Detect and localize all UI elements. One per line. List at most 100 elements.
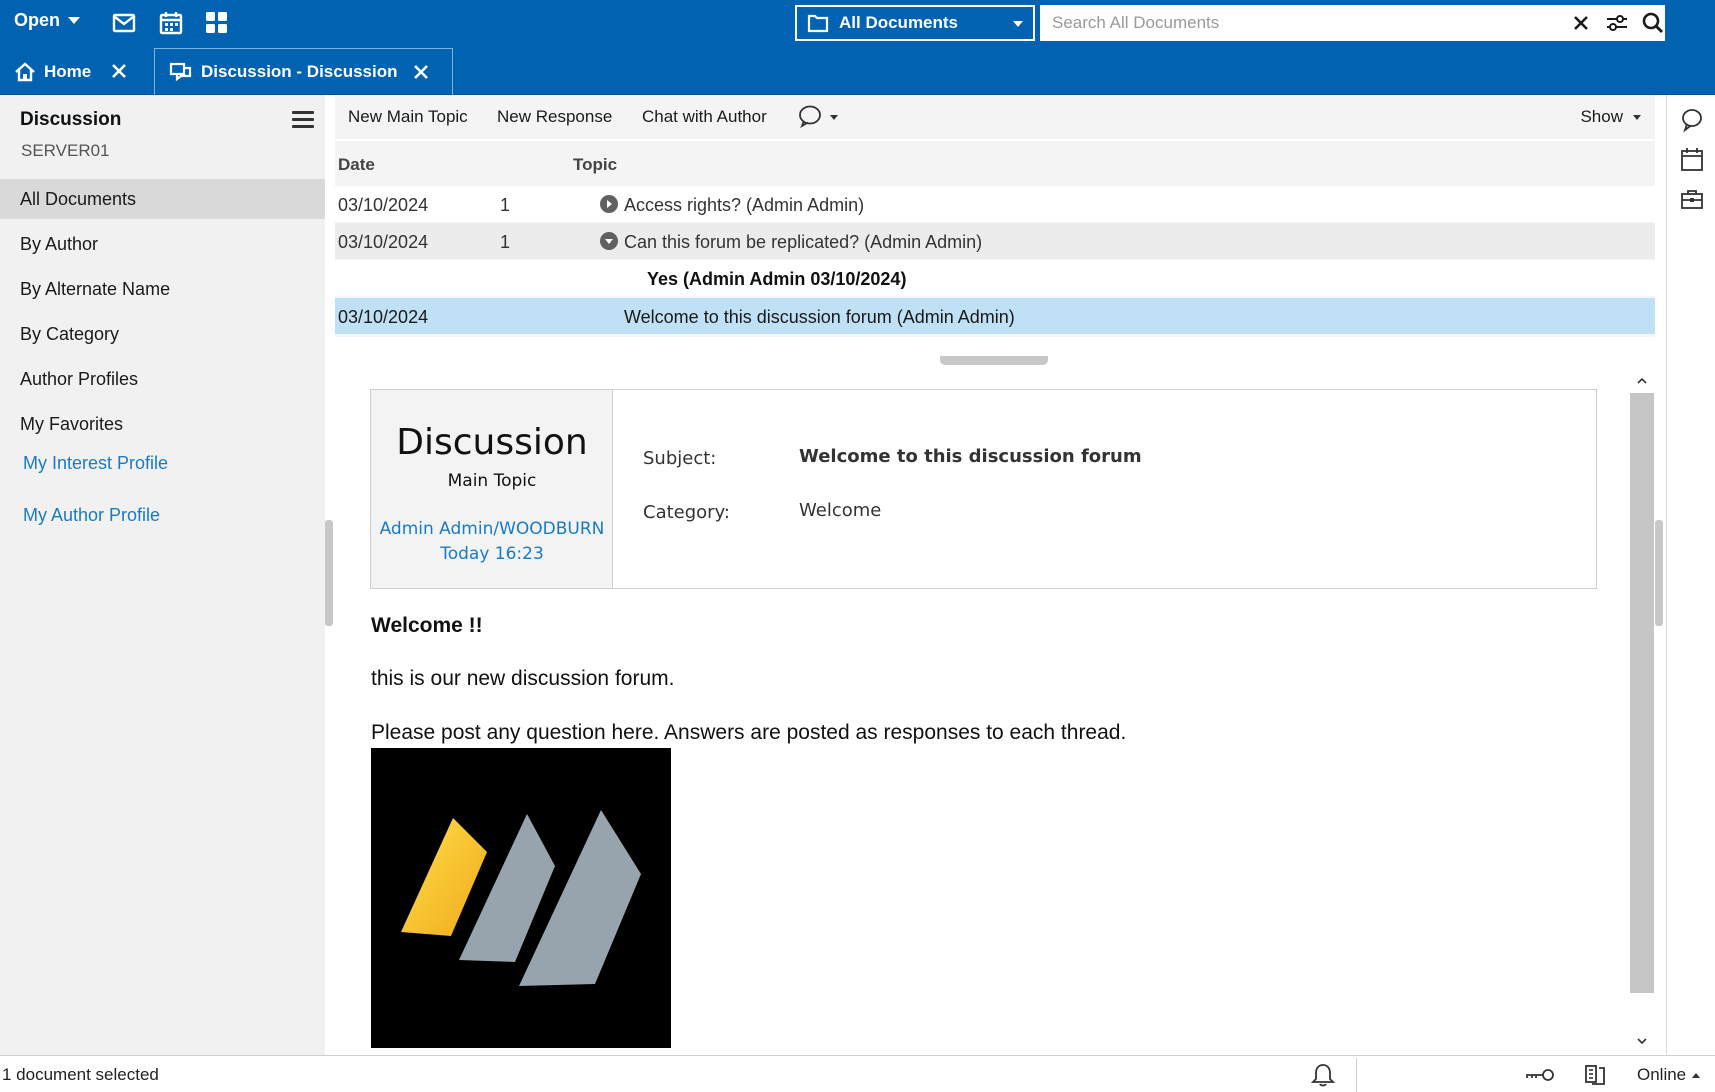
- row-date: 03/10/2024: [338, 232, 429, 252]
- clear-search-icon[interactable]: [1570, 11, 1592, 35]
- mail-icon[interactable]: [110, 9, 138, 37]
- left-navigator: Discussion SERVER01 All Documents By Aut…: [0, 95, 325, 1055]
- nav-item-by-author[interactable]: By Author: [0, 224, 325, 264]
- new-response-button[interactable]: New Response: [497, 107, 612, 127]
- nav-item-my-favorites[interactable]: My Favorites: [0, 404, 325, 444]
- scroll-down-icon[interactable]: [1636, 1035, 1648, 1047]
- app-title: Discussion: [20, 109, 122, 130]
- server-name: SERVER01: [21, 141, 110, 160]
- tab-home[interactable]: Home: [0, 48, 150, 95]
- replication-icon[interactable]: [1582, 1062, 1608, 1088]
- search-icon[interactable]: [1640, 11, 1666, 35]
- nav-item-label: By Category: [20, 323, 120, 344]
- document-view: Date Topic 03/10/2024 1 Access rights? (…: [335, 141, 1655, 359]
- body-heading: Welcome !!: [371, 614, 483, 637]
- chat-with-author-button[interactable]: Chat with Author: [642, 107, 767, 127]
- nav-item-by-category[interactable]: By Category: [0, 314, 325, 354]
- my-author-profile-link[interactable]: My Author Profile: [23, 505, 160, 526]
- row-date: 03/10/2024: [338, 195, 429, 215]
- status-bar: 1 document selected Online: [0, 1055, 1715, 1092]
- key-icon[interactable]: [1524, 1062, 1556, 1088]
- table-row-selected[interactable]: 03/10/2024 Welcome to this discussion fo…: [335, 298, 1655, 334]
- tab-discussion[interactable]: Discussion - Discussion: [154, 48, 453, 95]
- chat-bubble-icon: [799, 105, 838, 129]
- nav-item-label: All Documents: [20, 188, 137, 209]
- table-row[interactable]: 03/10/2024 1 Access rights? (Admin Admin…: [335, 186, 1655, 222]
- open-menu-button[interactable]: Open: [14, 10, 81, 31]
- search-scope-label: All Documents: [839, 13, 959, 32]
- notification-bell-icon[interactable]: [1310, 1062, 1336, 1088]
- expand-twisty-icon[interactable]: [600, 195, 618, 213]
- nav-item-label: Author Profiles: [20, 368, 139, 389]
- nav-item-label: My Favorites: [20, 413, 124, 434]
- chat-menu-button[interactable]: [797, 103, 845, 131]
- column-header-date[interactable]: Date: [338, 155, 375, 175]
- right-sidebar: [1666, 95, 1715, 1055]
- column-header-topic[interactable]: Topic: [573, 155, 617, 175]
- chevron-down-icon: [1633, 114, 1641, 120]
- tab-bar: Home Discussion - Discussion: [0, 48, 1715, 95]
- body-line-1: this is our new discussion forum.: [371, 667, 675, 690]
- sametime-chat-icon[interactable]: [1679, 107, 1705, 133]
- nav-item-by-alternate-name[interactable]: By Alternate Name: [0, 269, 325, 309]
- chevron-up-icon: [1692, 1072, 1701, 1078]
- location-status-button[interactable]: Online: [1637, 1065, 1701, 1085]
- row-topic: Can this forum be replicated? (Admin Adm…: [624, 232, 983, 252]
- document-preview: Discussion Main Topic Admin Admin/WOODBU…: [335, 367, 1655, 1055]
- row-response-count: 1: [500, 195, 511, 215]
- nav-item-author-profiles[interactable]: Author Profiles: [0, 359, 325, 399]
- preview-pane-splitter[interactable]: [940, 356, 1048, 365]
- home-icon: [15, 61, 35, 81]
- calendar-icon[interactable]: [1679, 147, 1705, 173]
- form-info-box: Discussion Main Topic Admin Admin/WOODBU…: [371, 390, 613, 588]
- table-row[interactable]: 03/10/2024 1 Can this forum be replicate…: [335, 223, 1655, 259]
- author-link[interactable]: Admin Admin/WOODBURN: [371, 519, 613, 539]
- nav-item-label: By Alternate Name: [20, 278, 171, 299]
- nav-item-all-documents[interactable]: All Documents: [0, 179, 325, 219]
- row-topic: Yes (Admin Admin 03/10/2024): [647, 269, 907, 289]
- briefcase-icon[interactable]: [1679, 187, 1705, 213]
- open-label: Open: [14, 10, 61, 30]
- close-tab-icon[interactable]: [110, 62, 128, 80]
- nav-item-label: By Author: [20, 233, 99, 254]
- new-main-topic-button[interactable]: New Main Topic: [348, 107, 468, 127]
- apps-grid-icon[interactable]: [203, 9, 231, 37]
- chevron-down-icon: [1013, 21, 1023, 27]
- subject-label: Subject:: [643, 448, 717, 469]
- discussion-icon: [169, 62, 192, 82]
- search-scope-select[interactable]: All Documents: [795, 5, 1035, 41]
- preview-scrollbar[interactable]: [1630, 367, 1654, 1055]
- category-value: Welcome: [799, 500, 882, 521]
- subject-value: Welcome to this discussion forum: [799, 446, 1142, 467]
- collapse-twisty-icon[interactable]: [600, 232, 618, 250]
- category-label: Category:: [643, 502, 730, 523]
- folder-icon: [807, 14, 829, 33]
- row-date: 03/10/2024: [338, 307, 429, 327]
- selection-status: 1 document selected: [2, 1065, 159, 1084]
- menu-icon[interactable]: [292, 111, 314, 131]
- table-row-response[interactable]: Yes (Admin Admin 03/10/2024): [335, 260, 1655, 296]
- form-type: Main Topic: [447, 471, 537, 491]
- right-pane-splitter[interactable]: [1655, 520, 1663, 626]
- close-tab-icon[interactable]: [412, 63, 430, 81]
- row-topic: Welcome to this discussion forum (Admin …: [624, 307, 1015, 327]
- row-response-count: 1: [500, 232, 511, 252]
- left-pane-splitter[interactable]: [325, 520, 333, 626]
- show-label: Show: [1580, 107, 1623, 126]
- tab-home-label: Home: [44, 61, 92, 81]
- show-menu-button[interactable]: Show: [1580, 107, 1641, 127]
- search-options-icon[interactable]: [1604, 11, 1630, 35]
- body-line-2: Please post any question here. Answers a…: [371, 721, 1127, 744]
- chevron-down-icon: [68, 16, 81, 24]
- my-interest-profile-link[interactable]: My Interest Profile: [23, 453, 168, 474]
- tab-discussion-label: Discussion - Discussion: [201, 62, 398, 81]
- scroll-up-icon[interactable]: [1636, 375, 1648, 387]
- status-separator: [1356, 1058, 1357, 1092]
- scrollbar-thumb[interactable]: [1630, 393, 1654, 993]
- row-topic: Access rights? (Admin Admin): [624, 195, 865, 215]
- logo-image: [371, 748, 671, 1048]
- document-header: Discussion Main Topic Admin Admin/WOODBU…: [370, 389, 1597, 589]
- form-title: Discussion: [396, 422, 588, 463]
- calendar-icon[interactable]: [157, 9, 185, 37]
- top-bar: Open All Documents: [0, 0, 1715, 48]
